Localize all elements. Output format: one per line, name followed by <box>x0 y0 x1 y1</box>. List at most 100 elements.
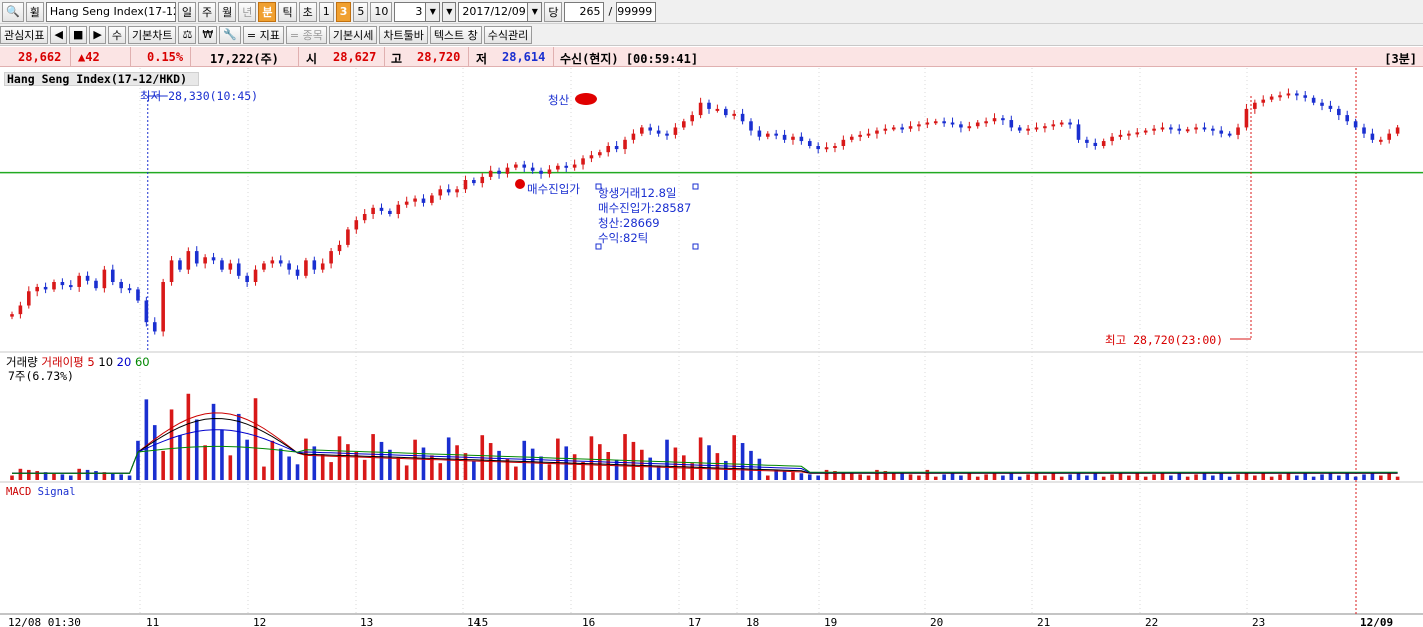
basic-chart-button[interactable]: 기본차트 <box>127 25 177 44</box>
volume-bar <box>1269 476 1274 480</box>
currency-icon[interactable]: ₩ <box>198 25 218 44</box>
volume-bar <box>438 463 443 480</box>
date-picker[interactable]: 2017/12/09 ▼ <box>458 1 543 22</box>
volume-bar <box>665 439 669 480</box>
wrench-icon[interactable]: 🔧 <box>219 25 241 44</box>
candle-body <box>270 260 275 264</box>
candle-body <box>337 244 342 252</box>
volume-bar <box>152 425 157 480</box>
candle-body <box>1085 139 1089 143</box>
interval-select[interactable]: 3 ▼ <box>394 1 441 22</box>
candle-body <box>942 121 946 124</box>
candle-body <box>94 280 98 289</box>
candle-body <box>891 127 896 130</box>
candle-body <box>362 214 367 221</box>
indicator-button[interactable]: = 지표 <box>242 25 284 44</box>
volume-ma5-line <box>12 412 1398 474</box>
candle-body <box>900 127 904 130</box>
stop-button[interactable]: ■ <box>68 25 88 44</box>
count-input[interactable]: 265 <box>564 1 605 22</box>
chart-toolbar-button[interactable]: 차트툴바 <box>379 25 428 44</box>
macd-label: MACD <box>6 486 32 498</box>
volume-bar <box>379 441 384 480</box>
candle-body <box>1337 108 1341 116</box>
chevron-down-icon[interactable]: ▼ <box>442 1 457 22</box>
price-change: ▲42 <box>78 50 100 64</box>
candle-body <box>833 146 837 148</box>
minute-1-button[interactable]: 1 <box>318 1 334 22</box>
candle-body <box>1001 118 1005 121</box>
formula-manager-button[interactable]: 수식관리 <box>483 25 533 44</box>
candle-body <box>245 275 249 282</box>
period-day-button[interactable]: 일 <box>177 1 196 22</box>
volume-bar <box>707 445 711 480</box>
volume-bar <box>52 473 56 480</box>
period-second-button[interactable]: 초 <box>298 1 317 22</box>
minute-10-button[interactable]: 10 <box>370 1 393 22</box>
candle-body <box>975 122 980 127</box>
candle-body <box>1328 105 1333 109</box>
volume-bar <box>94 471 98 480</box>
chart-area[interactable]: Hang Seng Index(17-12/HKD) 최저 28,330(10:… <box>0 68 1423 627</box>
text-window-button[interactable]: 텍스트 창 <box>429 25 482 44</box>
symbol-button[interactable]: = 종목 <box>285 25 327 44</box>
symbol-input[interactable]: Hang Seng Index(17-12 <box>45 1 176 22</box>
candle-body <box>18 305 23 315</box>
period-year-button[interactable]: 년 <box>238 1 257 22</box>
volume-bar <box>1261 473 1266 480</box>
x-tick: 21 <box>1037 616 1051 627</box>
candle-body <box>682 121 686 128</box>
candle-body <box>1143 130 1148 133</box>
candle-body <box>413 198 417 202</box>
trade-info-box[interactable]: 항생거래12.8일 매수진입가:28587 청산:28669 수익:82틱 <box>598 186 691 246</box>
candle-body <box>60 282 65 286</box>
volume-bar <box>1278 474 1282 480</box>
candle-body <box>715 108 720 111</box>
max-count-input[interactable]: 99999 <box>616 1 657 22</box>
volume-bar <box>514 466 518 480</box>
volume-bar <box>203 445 207 480</box>
next-button[interactable]: ▶ <box>89 25 106 44</box>
candle-body <box>1244 108 1249 128</box>
candle-body <box>866 133 871 136</box>
volume-ma-label: 거래이평 <box>41 355 84 369</box>
candle-body <box>791 136 795 140</box>
volume-bar <box>1143 476 1148 480</box>
minute-3-button[interactable]: 3 <box>335 1 352 22</box>
candle-body <box>774 133 778 136</box>
volume-bar <box>824 469 829 480</box>
dang-button[interactable]: 당 <box>544 1 563 22</box>
prev-button[interactable]: ◀ <box>50 25 67 44</box>
search-button[interactable]: 🔍 <box>2 1 24 22</box>
candle-body <box>1177 128 1182 131</box>
period-month-button[interactable]: 월 <box>218 1 237 22</box>
number-button[interactable]: 수 <box>107 25 126 44</box>
volume-ma20-line <box>12 429 1398 474</box>
candle-body <box>497 170 501 174</box>
basic-quote-button[interactable]: 기본시세 <box>328 25 378 44</box>
minute-5-button[interactable]: 5 <box>353 1 369 22</box>
candle-body <box>253 269 258 282</box>
candle-body <box>765 133 770 137</box>
volume-bar <box>1379 475 1383 480</box>
candle-body <box>959 124 963 128</box>
period-tick-button[interactable]: 틱 <box>278 1 297 22</box>
volume-bar <box>455 445 459 480</box>
candle-body <box>648 127 653 131</box>
candle-body <box>1185 129 1190 132</box>
entry-tag-label: 매수진입가 <box>527 182 580 196</box>
period-minute-button[interactable]: 분 <box>258 1 277 22</box>
volume-bar <box>337 436 342 480</box>
candle-body <box>539 170 543 174</box>
candle-body <box>950 122 955 125</box>
scale-icon[interactable]: ⚖ <box>178 25 197 44</box>
candle-body <box>749 121 753 131</box>
calendar-dropdown-icon: ▼ <box>528 1 543 22</box>
volume-bar <box>984 474 988 480</box>
weekly-toggle-button[interactable]: 휠 <box>25 1 44 22</box>
watchlist-indicator-button[interactable]: 관심지표 <box>0 25 49 44</box>
candle-body <box>564 165 569 168</box>
date-value: 2017/12/09 <box>458 1 529 22</box>
volume-bar <box>211 403 216 480</box>
period-week-button[interactable]: 주 <box>197 1 217 22</box>
